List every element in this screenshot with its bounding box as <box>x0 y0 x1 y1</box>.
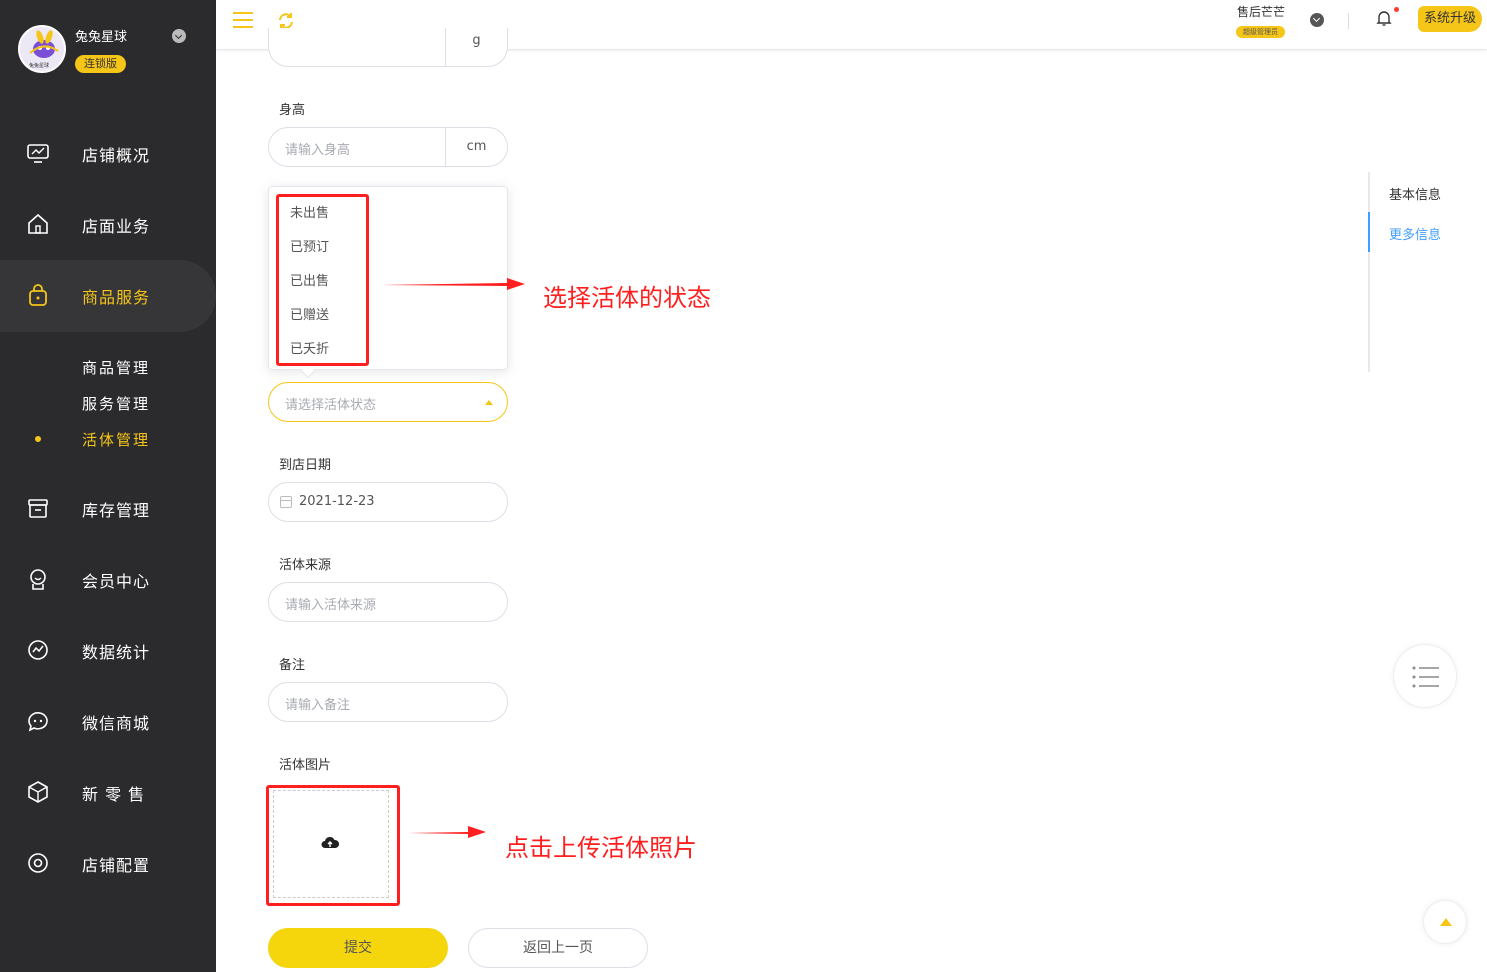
user-role-badge: 超级管理员 <box>1236 26 1285 38</box>
weight-unit: g <box>445 28 507 66</box>
logo-caption: 兔兔星球 <box>29 63 50 69</box>
arrival-date-value: 2021-12-23 <box>299 494 375 509</box>
nav-item-store-overview[interactable]: 店铺概况 <box>0 123 216 183</box>
anchor-basic-info[interactable]: 基本信息 <box>1389 184 1441 203</box>
source-input[interactable]: 请输入活体来源 <box>268 582 508 622</box>
bell-icon[interactable] <box>1376 9 1392 27</box>
annotation-upload: 点击上传活体照片 <box>505 834 697 862</box>
arrival-date-picker[interactable]: 2021-12-23 <box>268 482 508 522</box>
edition-badge: 连锁版 <box>75 55 126 73</box>
nav-label: 商品服务 <box>82 288 151 307</box>
remark-label: 备注 <box>279 658 306 673</box>
brand-header: 兔兔星球 兔兔星球 连锁版 <box>0 0 216 90</box>
brand-name: 兔兔星球 <box>75 30 128 45</box>
sub-item-service-management[interactable]: 服务管理 <box>82 393 150 414</box>
nav-item-new-retail[interactable]: 新 零 售 <box>0 762 216 822</box>
submit-button[interactable]: 提交 <box>268 928 448 968</box>
source-label: 活体来源 <box>279 558 332 573</box>
status-select[interactable]: 请选择活体状态 <box>268 382 508 422</box>
member-icon <box>30 569 46 590</box>
nav-label: 新 零 售 <box>82 785 146 804</box>
nav-label: 库存管理 <box>82 501 151 520</box>
active-dot <box>35 436 41 442</box>
sub-item-live-animal-management[interactable]: 活体管理 <box>82 429 150 450</box>
notification-dot <box>1394 7 1399 12</box>
height-unit: cm <box>445 128 507 166</box>
annotation-box-upload <box>266 785 400 906</box>
annotation-status: 选择活体的状态 <box>543 284 711 312</box>
home-icon <box>28 213 48 234</box>
box-icon <box>28 781 48 803</box>
chevron-down-icon[interactable] <box>172 29 186 43</box>
nav-label: 店铺配置 <box>82 856 151 875</box>
remark-placeholder: 请输入备注 <box>285 698 351 713</box>
monitor-icon <box>27 144 49 163</box>
status-placeholder: 请选择活体状态 <box>285 398 377 413</box>
brand-logo: 兔兔星球 <box>18 25 66 73</box>
settings-icon <box>28 853 48 873</box>
calendar-icon <box>280 496 292 508</box>
back-button[interactable]: 返回上一页 <box>468 928 648 968</box>
nav-item-wechat-mall[interactable]: 微信商城 <box>0 691 216 751</box>
nav-item-store-business[interactable]: 店面业务 <box>0 194 216 254</box>
archive-icon <box>28 499 48 518</box>
menu-icon[interactable] <box>233 12 253 28</box>
remark-input[interactable]: 请输入备注 <box>268 682 508 722</box>
nav-item-store-settings[interactable]: 店铺配置 <box>0 833 216 893</box>
sidebar: 兔兔星球 兔兔星球 连锁版 店铺概况 店面业务 商品服务 商品管理 服务管理 活… <box>0 0 216 972</box>
anchor-indicator <box>1368 212 1370 252</box>
nav-label: 店面业务 <box>82 217 151 236</box>
back-to-top-button[interactable] <box>1423 900 1467 944</box>
bag-icon <box>29 284 47 306</box>
nav-label: 微信商城 <box>82 714 151 733</box>
weight-input[interactable]: g <box>268 28 508 67</box>
nav-label: 店铺概况 <box>82 146 151 165</box>
user-name: 售后芒芒 <box>1237 5 1286 19</box>
photo-label: 活体图片 <box>279 758 332 773</box>
chevron-down-icon[interactable] <box>1310 13 1324 27</box>
height-input[interactable]: 请输入身高 cm <box>268 127 508 167</box>
caret-up-icon <box>485 400 493 405</box>
nav-item-inventory[interactable]: 库存管理 <box>0 478 216 538</box>
upgrade-button[interactable]: 系统升级 <box>1418 6 1483 32</box>
nav-item-member-center[interactable]: 会员中心 <box>0 549 216 609</box>
nav-item-data-stats[interactable]: 数据统计 <box>0 620 216 680</box>
sub-item-goods-management[interactable]: 商品管理 <box>82 357 150 378</box>
nav-item-goods-service[interactable]: 商品服务 <box>0 265 216 325</box>
divider <box>1348 13 1349 29</box>
arrow-right-icon <box>408 826 486 838</box>
annotation-box-status <box>276 194 369 366</box>
arrow-right-icon <box>379 278 525 290</box>
anchor-track <box>1368 172 1370 372</box>
source-placeholder: 请输入活体来源 <box>285 598 377 613</box>
height-label: 身高 <box>279 103 306 118</box>
nav-label: 数据统计 <box>82 643 151 662</box>
anchor-more-info[interactable]: 更多信息 <box>1389 224 1441 243</box>
chart-icon <box>28 640 48 660</box>
list-icon <box>1412 666 1439 688</box>
arrival-date-label: 到店日期 <box>279 458 332 473</box>
nav-label: 会员中心 <box>82 572 151 591</box>
list-toggle-button[interactable] <box>1393 644 1457 708</box>
height-placeholder: 请输入身高 <box>285 143 351 158</box>
chat-icon <box>28 712 48 732</box>
